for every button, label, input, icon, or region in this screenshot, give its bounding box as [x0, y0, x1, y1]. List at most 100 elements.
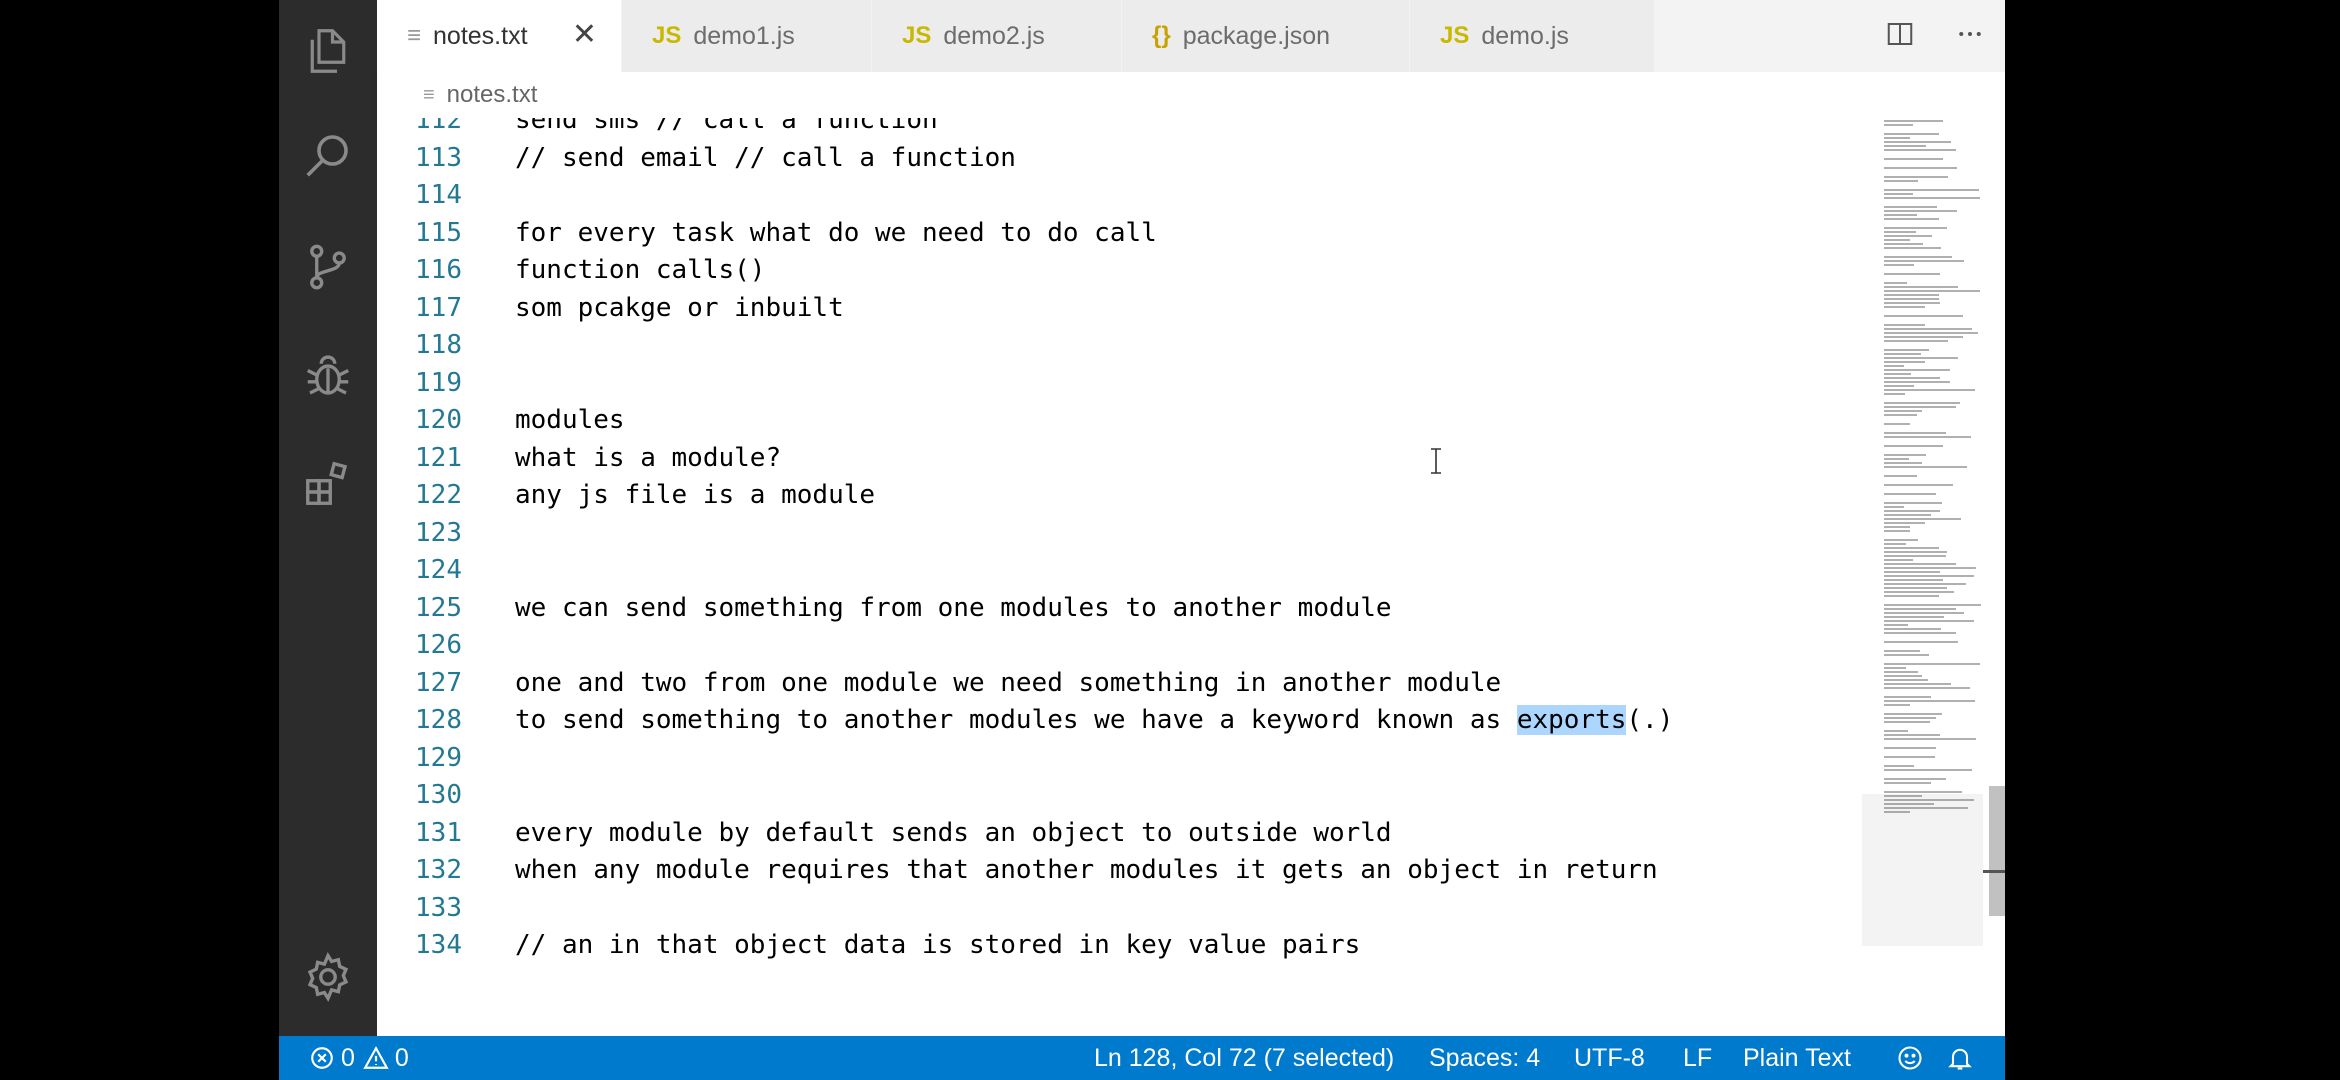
cursor-position[interactable]: Ln 128, Col 72 (7 selected) [1094, 1036, 1394, 1080]
tab-notes-txt[interactable]: ≡ notes.txt ✕ [377, 0, 622, 72]
code-line[interactable]: 125 we can send something from one module… [377, 590, 1862, 628]
minimap-line [1884, 700, 1975, 702]
minimap-line [1884, 632, 1956, 634]
line-number: 123 [415, 517, 462, 548]
code-line[interactable]: 122 any js file is a module [377, 477, 1862, 515]
tab-label: demo1.js [693, 21, 795, 50]
end-of-line[interactable]: LF [1683, 1036, 1712, 1080]
minimap-line [1884, 547, 1939, 549]
code-line[interactable]: 121 what is a module? [377, 440, 1862, 478]
source-control-icon[interactable] [279, 222, 377, 312]
tab-package-json[interactable]: {} package.json [1122, 0, 1410, 72]
minimap-line [1884, 730, 1908, 732]
code-line[interactable]: 127 one and two from one module we need s… [377, 665, 1862, 703]
code-line[interactable]: 124 [377, 552, 1862, 590]
code-line[interactable]: 123 [377, 515, 1862, 553]
json-file-icon: {} [1152, 22, 1171, 49]
code-line[interactable]: 119 [377, 365, 1862, 403]
code-line[interactable]: 117 som pcakge or inbuilt [377, 290, 1862, 328]
debug-icon[interactable] [279, 330, 377, 420]
code-editor[interactable]: 112 send sms // call a function 113 // send… [377, 118, 1862, 1036]
code-line[interactable]: 134 // an in that object data is stored i… [377, 927, 1862, 965]
encoding[interactable]: UTF-8 [1574, 1036, 1645, 1080]
minimap-line [1884, 193, 1913, 195]
code-line[interactable]: 129 [377, 740, 1862, 778]
line-number: 115 [415, 217, 462, 248]
search-icon[interactable] [279, 110, 377, 200]
code-line[interactable]: 112 send sms // call a function [377, 118, 1862, 140]
line-number: 112 [415, 118, 462, 135]
minimap-line [1884, 571, 1940, 573]
more-actions-icon[interactable] [1955, 19, 1985, 54]
line-text: send sms // call a function [515, 118, 938, 140]
text-segment: send sms // call a function [515, 118, 938, 135]
minimap-line [1884, 475, 1917, 477]
settings-gear-icon[interactable] [279, 932, 377, 1022]
explorer-icon[interactable] [279, 6, 377, 96]
feedback-icon[interactable] [1896, 1036, 1924, 1080]
text-segment: modules [515, 405, 625, 435]
code-line[interactable]: 132 when any module requires that another… [377, 852, 1862, 890]
minimap-line [1884, 579, 1943, 581]
minimap-line [1884, 176, 1948, 178]
scrollbar-thumb[interactable] [1989, 786, 2005, 916]
minimap-line [1884, 506, 1904, 508]
code-line[interactable]: 114 [377, 177, 1862, 215]
minimap[interactable] [1862, 118, 1983, 1036]
tab-label: notes.txt [433, 21, 528, 50]
minimap-line [1884, 462, 1922, 464]
tab-demo1-js[interactable]: JS demo1.js [622, 0, 872, 72]
minimap-line [1884, 336, 1963, 338]
tab-demo-js[interactable]: JS demo.js [1410, 0, 1655, 72]
vertical-scrollbar[interactable] [1983, 118, 2005, 1036]
minimap-line [1884, 145, 1926, 147]
code-line[interactable]: 133 [377, 890, 1862, 928]
minimap-slider[interactable] [1862, 794, 1983, 946]
minimap-line [1884, 734, 1940, 736]
code-line[interactable]: 130 [377, 777, 1862, 815]
minimap-line [1884, 197, 1980, 199]
problems-indicator[interactable]: 0 0 [309, 1036, 409, 1080]
minimap-line [1884, 575, 1974, 577]
minimap-line [1884, 189, 1979, 191]
minimap-line [1884, 227, 1947, 229]
minimap-line [1884, 563, 1956, 565]
split-editor-icon[interactable] [1885, 19, 1915, 54]
line-text: any js file is a module [515, 477, 875, 515]
minimap-line [1884, 667, 1906, 669]
minimap-line [1884, 218, 1939, 220]
minimap-line [1884, 778, 1946, 780]
text-segment: // an in that object data is stored in k… [515, 930, 1361, 960]
code-line[interactable]: 113 // send email // call a function [377, 140, 1862, 178]
line-text: modules [515, 402, 625, 440]
breadcrumb-file[interactable]: notes.txt [447, 81, 538, 109]
minimap-line [1884, 377, 1940, 379]
code-line[interactable]: 116 function calls() [377, 252, 1862, 290]
minimap-line [1884, 624, 1908, 626]
error-count: 0 [341, 1044, 355, 1072]
indentation[interactable]: Spaces: 4 [1429, 1036, 1540, 1080]
minimap-line [1884, 432, 1946, 434]
activity-bar [279, 0, 377, 1080]
language-mode[interactable]: Plain Text [1743, 1036, 1851, 1080]
minimap-line [1884, 567, 1976, 569]
minimap-line [1884, 141, 1951, 143]
notifications-bell-icon[interactable] [1946, 1036, 1974, 1080]
code-line[interactable]: 118 [377, 327, 1862, 365]
minimap-line [1884, 423, 1910, 425]
code-line[interactable]: 128 to send something to another modules … [377, 702, 1862, 740]
code-line[interactable]: 126 [377, 627, 1862, 665]
code-line[interactable]: 131 every module by default sends an obje… [377, 815, 1862, 853]
text-segment: for every task what do we need to do cal… [515, 217, 1157, 248]
text-segment: when any module requires that another mo… [515, 855, 1658, 885]
extensions-icon[interactable] [279, 438, 377, 528]
minimap-line [1884, 616, 1944, 618]
tab-demo2-js[interactable]: JS demo2.js [872, 0, 1122, 72]
minimap-line [1884, 466, 1967, 468]
close-icon[interactable]: ✕ [572, 20, 597, 50]
line-text: when any module requires that another mo… [515, 852, 1658, 890]
code-line[interactable]: 120 modules [377, 402, 1862, 440]
code-line[interactable]: 115 for every task what do we need to do … [377, 215, 1862, 253]
text-segment: function calls() [515, 255, 766, 285]
line-number: 132 [415, 855, 462, 885]
